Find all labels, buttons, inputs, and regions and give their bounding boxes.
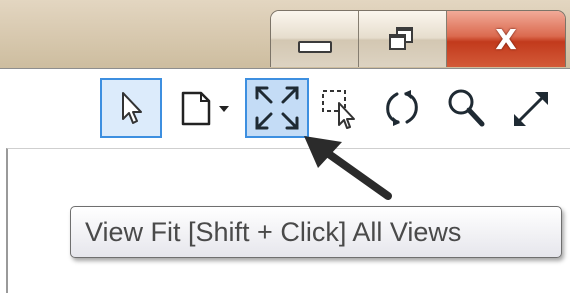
tooltip-text: View Fit [Shift + Click] All Views [85, 216, 462, 247]
restore-icon [388, 27, 417, 51]
minimize-icon [297, 41, 332, 53]
window-titlebar: X [0, 0, 570, 68]
rotate-icon [386, 90, 418, 126]
page-dropdown-icon [181, 91, 229, 126]
zoom-window-tool-button[interactable] [314, 78, 364, 138]
select-tool-button[interactable] [100, 78, 162, 138]
close-icon: X [495, 22, 517, 56]
annotation-arrow-icon [304, 136, 392, 200]
restore-button[interactable] [359, 11, 447, 67]
rotate-tool-button[interactable] [374, 78, 430, 138]
close-button[interactable]: X [447, 11, 565, 67]
zoom-window-icon [322, 90, 355, 129]
zoom-tool-button[interactable] [440, 78, 492, 138]
new-document-tool-button[interactable] [172, 78, 242, 138]
tooltip: View Fit [Shift + Click] All Views [70, 206, 562, 258]
minimize-button[interactable] [271, 11, 359, 67]
pan-tool-button[interactable] [502, 78, 562, 138]
cursor-arrow-icon [122, 92, 142, 124]
magnifier-icon [448, 89, 485, 127]
window-caption-buttons: X [270, 10, 566, 67]
view-fit-icon [255, 86, 299, 130]
view-fit-tool-button[interactable] [245, 78, 309, 138]
diagonal-arrow-icon [514, 92, 548, 126]
toolbar [0, 68, 570, 148]
